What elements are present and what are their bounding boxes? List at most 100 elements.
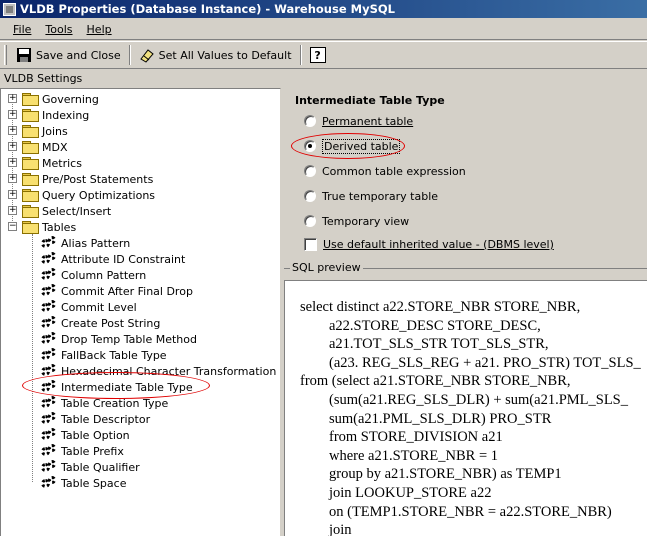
- set-default-label: Set All Values to Default: [158, 48, 292, 62]
- gear-icon: [41, 364, 57, 378]
- tree-folder-governing[interactable]: + Governing: [4, 91, 99, 107]
- radio-label-text: Permanent table: [322, 114, 414, 128]
- sql-line: where a21.STORE_NBR = 1: [300, 447, 499, 464]
- tree-folder-pre-post-statements[interactable]: + Pre/Post Statements: [4, 171, 153, 187]
- tree-item-label: Drop Temp Table Method: [61, 332, 197, 346]
- gear-icon: [41, 316, 57, 330]
- tree-item-commit-level[interactable]: Commit Level: [41, 299, 137, 315]
- expand-icon[interactable]: +: [8, 110, 17, 119]
- sql-line: join LOOKUP_STORE a22: [300, 485, 492, 501]
- sql-line: group by a21.STORE_NBR) as TEMP1: [300, 466, 562, 483]
- menu-tools[interactable]: Tools: [42, 22, 75, 37]
- menu-help-label: Help: [86, 23, 112, 36]
- tree-item-table-option[interactable]: Table Option: [41, 427, 130, 443]
- tree-folder-label: Tables: [42, 220, 77, 234]
- set-default-button[interactable]: Set All Values to Default: [134, 44, 297, 66]
- menu-bar: File Tools Help: [0, 20, 647, 40]
- sql-line: select distinct a22.STORE_NBR STORE_NBR,: [300, 299, 581, 315]
- expand-icon[interactable]: +: [8, 174, 17, 183]
- tree-folder-metrics[interactable]: + Metrics: [4, 155, 82, 171]
- collapse-icon[interactable]: −: [8, 222, 17, 231]
- expand-icon[interactable]: +: [8, 158, 17, 167]
- tree-item-label: Hexadecimal Character Transformation: [61, 364, 277, 378]
- radio-button[interactable]: [304, 115, 316, 127]
- sql-preview-box[interactable]: select distinct a22.STORE_NBR STORE_NBR,…: [284, 280, 647, 536]
- radio-temporary-view[interactable]: Temporary view: [304, 213, 409, 229]
- tree-folder-indexing[interactable]: + Indexing: [4, 107, 89, 123]
- radio-label: Common table expression: [322, 164, 466, 178]
- folder-icon: [22, 173, 39, 186]
- radio-button[interactable]: [304, 190, 316, 202]
- tree-item-label: Table Space: [61, 476, 127, 490]
- gear-icon: [41, 252, 57, 266]
- tree-item-label: Table Option: [61, 428, 130, 442]
- radio-label: Derived table: [322, 138, 401, 154]
- tree-item-label: Table Prefix: [61, 444, 124, 458]
- gear-icon: [41, 412, 57, 426]
- radio-button[interactable]: [304, 165, 316, 177]
- tree-item-commit-after-final-drop[interactable]: Commit After Final Drop: [41, 283, 193, 299]
- expand-icon[interactable]: +: [8, 190, 17, 199]
- checkbox-label: Use default inherited value - (DBMS leve…: [323, 237, 554, 251]
- folder-icon: [22, 205, 39, 218]
- use-default-checkbox-row[interactable]: Use default inherited value - (DBMS leve…: [304, 236, 554, 252]
- expand-icon[interactable]: +: [8, 142, 17, 151]
- save-icon: [17, 48, 31, 62]
- tree-folder-mdx[interactable]: + MDX: [4, 139, 68, 155]
- tree-folder-label: Query Optimizations: [42, 188, 156, 202]
- tree-folder-joins[interactable]: + Joins: [4, 123, 68, 139]
- sql-line: (a23. REG_SLS_REG + a21. PRO_STR) TOT_SL…: [300, 354, 641, 371]
- tree-item-label: Column Pattern: [61, 268, 147, 282]
- menu-file[interactable]: File: [10, 22, 34, 37]
- tree-item-table-space[interactable]: Table Space: [41, 475, 126, 491]
- folder-icon: [22, 189, 39, 202]
- settings-tree[interactable]: + Governing + Indexing + Joins + MDX + Metrics + Pr…: [0, 88, 281, 536]
- folder-icon: [22, 93, 39, 106]
- tree-item-label: Commit After Final Drop: [61, 284, 193, 298]
- eraser-icon: [139, 49, 154, 63]
- tree-item-table-qualifier[interactable]: Table Qualifier: [41, 459, 140, 475]
- use-default-checkbox[interactable]: [304, 237, 317, 251]
- radio-label: True temporary table: [322, 189, 439, 203]
- radio-permanent-table[interactable]: Permanent table: [304, 113, 413, 129]
- gear-icon: [41, 460, 57, 474]
- app-icon: [3, 2, 16, 16]
- tree-folder-select-insert[interactable]: + Select/Insert: [4, 203, 111, 219]
- tree-item-drop-temp-table-method[interactable]: Drop Temp Table Method: [41, 331, 197, 347]
- tree-item-attribute-id-constraint[interactable]: Attribute ID Constraint: [41, 251, 185, 267]
- radio-button[interactable]: [304, 215, 316, 227]
- tree-item-table-creation-type[interactable]: Table Creation Type: [41, 395, 168, 411]
- expand-icon[interactable]: +: [8, 206, 17, 215]
- expand-icon[interactable]: +: [8, 94, 17, 103]
- radio-derived-table[interactable]: Derived table: [304, 138, 401, 154]
- radio-label-text: Derived table: [324, 139, 399, 153]
- tree-item-label: Alias Pattern: [61, 236, 131, 250]
- tree-folder-label: Governing: [42, 92, 99, 106]
- help-button[interactable]: ?: [305, 44, 331, 66]
- sql-line: from STORE_DIVISION a21: [300, 429, 503, 446]
- sql-line: from (select a21.STORE_NBR STORE_NBR,: [300, 373, 571, 390]
- tree-item-hexadecimal-character-transformation[interactable]: Hexadecimal Character Transformation: [41, 363, 276, 379]
- tree-item-table-prefix[interactable]: Table Prefix: [41, 443, 124, 459]
- sql-line: (sum(a21.REG_SLS_DLR) + sum(a21.PML_SLS_: [300, 392, 628, 408]
- save-close-button[interactable]: Save and Close: [11, 44, 126, 66]
- tree-folder-query-optimizations[interactable]: + Query Optimizations: [4, 187, 155, 203]
- gear-icon: [41, 476, 57, 490]
- toolbar-separator: [128, 45, 131, 65]
- tree-folder-tables[interactable]: − Tables: [4, 219, 76, 235]
- radio-common-table-expression[interactable]: Common table expression: [304, 163, 466, 179]
- radio-button-selected[interactable]: [304, 140, 316, 152]
- tree-item-create-post-string[interactable]: Create Post String: [41, 315, 160, 331]
- expand-icon[interactable]: +: [8, 126, 17, 135]
- tree-item-label: Table Qualifier: [61, 460, 140, 474]
- tree-folder-label: Select/Insert: [42, 204, 112, 218]
- radio-true-temporary-table[interactable]: True temporary table: [304, 188, 438, 204]
- tree-item-column-pattern[interactable]: Column Pattern: [41, 267, 146, 283]
- tree-item-intermediate-table-type[interactable]: Intermediate Table Type: [41, 379, 193, 395]
- tree-item-label: Create Post String: [61, 316, 161, 330]
- menu-help[interactable]: Help: [84, 22, 115, 37]
- tree-item-table-descriptor[interactable]: Table Descriptor: [41, 411, 150, 427]
- tree-item-fallback-table-type[interactable]: FallBack Table Type: [41, 347, 167, 363]
- tree-item-alias-pattern[interactable]: Alias Pattern: [41, 235, 130, 251]
- tree-item-label: Commit Level: [61, 300, 137, 314]
